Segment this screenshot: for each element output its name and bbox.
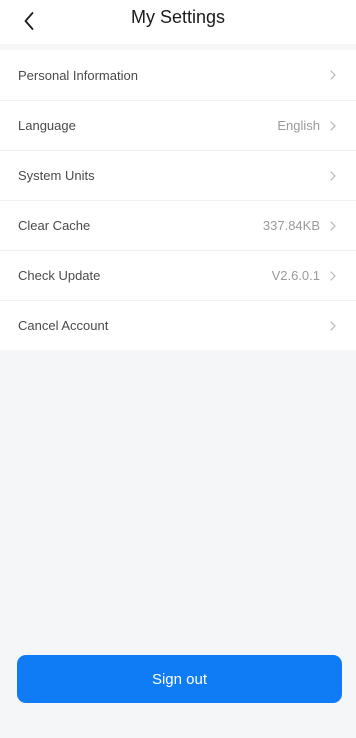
settings-list: Personal Information Language English Sy… (0, 50, 356, 350)
settings-item-value: V2.6.0.1 (271, 268, 320, 283)
chevron-right-icon (328, 219, 338, 233)
settings-item-cancel-account[interactable]: Cancel Account (0, 300, 356, 350)
settings-item-value: 337.84KB (262, 218, 320, 233)
settings-item-label: Clear Cache (18, 218, 91, 233)
settings-item-label: Language (18, 118, 76, 133)
settings-item-label: Check Update (18, 268, 101, 283)
chevron-right-icon (328, 119, 338, 133)
settings-item-value: English (277, 118, 320, 133)
settings-item-personal-information[interactable]: Personal Information (0, 50, 356, 100)
chevron-right-icon (328, 169, 338, 183)
settings-item-label: System Units (18, 168, 95, 183)
settings-item-check-update[interactable]: Check Update V2.6.0.1 (0, 250, 356, 300)
settings-item-label: Cancel Account (18, 318, 109, 333)
settings-item-label: Personal Information (18, 67, 138, 83)
chevron-right-icon (328, 319, 338, 333)
page-title: My Settings (130, 7, 226, 27)
chevron-right-icon (328, 269, 338, 283)
settings-item-system-units[interactable]: System Units (0, 150, 356, 200)
settings-item-clear-cache[interactable]: Clear Cache 337.84KB (0, 200, 356, 250)
settings-item-language[interactable]: Language English (0, 100, 356, 150)
chevron-right-icon (328, 68, 338, 82)
sign-out-button[interactable]: Sign out (17, 655, 342, 703)
app-header: My Settings (0, 0, 356, 44)
